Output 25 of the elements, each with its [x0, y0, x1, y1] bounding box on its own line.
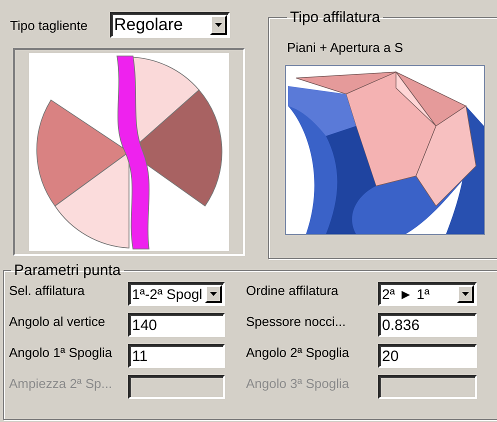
input-field[interactable]: 20 [378, 344, 477, 368]
caret-icon [215, 23, 222, 27]
caret-icon [210, 292, 217, 296]
input-field[interactable]: 11 [128, 344, 225, 368]
field-label: Angolo 2ª Spoglia [246, 344, 350, 360]
field-label: Ordine affilatura [246, 282, 340, 298]
input-field[interactable]: 140 [128, 313, 225, 337]
field-label: Angolo 1ª Spoglia [9, 344, 114, 360]
field-label: Tipo tagliente [10, 18, 89, 32]
field-label: Sel. affilatura [9, 282, 86, 298]
dropdown[interactable]: Regolare [110, 12, 230, 38]
dropdown-button[interactable] [457, 285, 474, 303]
group-title: Parametri punta [13, 262, 122, 279]
input-field[interactable]: 0.836 [378, 313, 477, 337]
field-label: Angolo al vertice [9, 313, 106, 329]
dropdown-button[interactable] [210, 15, 227, 35]
dropdown[interactable]: 2ª ► 1ª [378, 282, 477, 306]
field-label: Ampiezza 2ª Sp... [9, 375, 114, 391]
sharpening-description: Piani + Apertura a S [287, 40, 404, 55]
field-label: Angolo 3ª Spoglia [246, 375, 350, 391]
dropdown[interactable]: 1ª-2ª Spogl [128, 282, 225, 306]
caret-icon [462, 292, 469, 296]
field-label: Spessore nocci... [246, 313, 347, 329]
dropdown-button[interactable] [205, 285, 222, 303]
group-title: Tipo affilatura [289, 9, 382, 26]
